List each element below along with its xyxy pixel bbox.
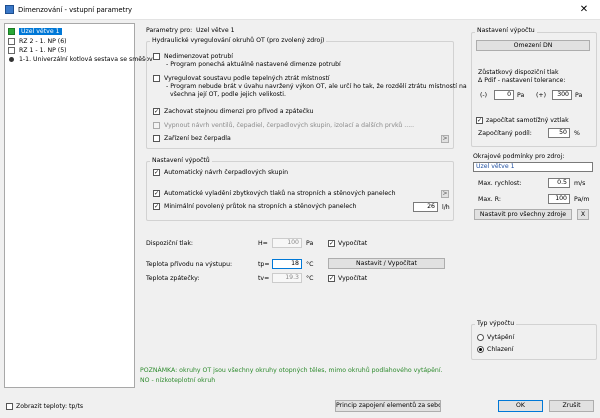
self-pull-checkbox[interactable]: ✓: [476, 117, 483, 124]
cooling-label: Chlazení: [487, 346, 514, 353]
cooling-radio[interactable]: [477, 346, 484, 353]
max-velocity-input[interactable]: 0.5: [548, 178, 570, 188]
auto-balance-label: Automatické vyladění zbytkových tlaků na…: [164, 190, 396, 197]
no-dim-label: Nedimenzovat potrubí: [164, 53, 233, 60]
calc-return-label: Vypočítat: [338, 275, 368, 282]
heating-radio[interactable]: [477, 334, 484, 341]
room-icon: [8, 47, 15, 54]
minus-unit: Pa: [517, 92, 525, 99]
auto-balance-checkbox[interactable]: ✓: [153, 190, 160, 197]
tp-label: tp=: [258, 261, 270, 268]
supply-temp-label: Teplota přívodu na výstupu:: [146, 261, 233, 268]
calc-type-group: [471, 324, 597, 360]
max-r-input[interactable]: 100: [548, 194, 570, 204]
close-icon[interactable]: ✕: [572, 2, 596, 17]
h-unit: Pa: [306, 240, 314, 247]
max-r-label: Max. R:: [478, 196, 501, 203]
max-velocity-unit: m/s: [574, 180, 586, 187]
show-temps-checkbox[interactable]: [6, 403, 13, 410]
no-pump-more-button[interactable]: >: [441, 135, 449, 143]
no-dim-note: - Program ponechá aktuálně nastavené dim…: [166, 61, 341, 68]
regulate-note-1: - Program nebude brát v úvahu navržený v…: [166, 83, 467, 90]
apply-all-sources-button[interactable]: Nastavit pro všechny zdroje: [474, 209, 572, 220]
share-input[interactable]: 50: [548, 128, 570, 138]
share-label: Započítaný podíl:: [478, 130, 532, 137]
min-flow-checkbox[interactable]: ✓: [153, 203, 160, 210]
tp-input[interactable]: 18: [272, 259, 302, 269]
min-flow-input[interactable]: 26: [413, 202, 438, 212]
principle-button[interactable]: Princip zapojení elementů za sebou: [335, 400, 441, 412]
params-for-label: Parametry pro:: [146, 27, 193, 34]
max-velocity-label: Max. rychlost:: [478, 180, 522, 187]
calc-pressure-label: Vypočítat: [338, 240, 368, 247]
tree-item-boiler[interactable]: 1-1. Univerzální kotlová sestava se směš…: [8, 55, 153, 64]
no-dim-checkbox[interactable]: [153, 53, 160, 60]
tree-item-rz2[interactable]: RZ 2 - 1. NP (6): [8, 37, 67, 46]
regulate-label: Vyregulovat soustavu podle tepelných ztr…: [164, 75, 330, 82]
same-dim-checkbox[interactable]: ✓: [153, 108, 160, 115]
max-r-unit: Pa/m: [574, 196, 590, 203]
calc-return-checkbox[interactable]: ✓: [328, 275, 335, 282]
h-input[interactable]: 100: [272, 238, 302, 248]
window-title: Dimenzování - vstupní parametry: [18, 6, 133, 14]
disp-pressure-label: Dispoziční tlak:: [146, 240, 194, 247]
auto-pump-label: Automatický návrh čerpadlových skupin: [164, 169, 289, 176]
plus-unit: Pa: [575, 92, 583, 99]
boundary-source-field[interactable]: Uzel větve 1: [473, 162, 593, 172]
regulate-note-2: všechna její OT, podle jejich velikosti.: [170, 91, 286, 98]
reset-x-button[interactable]: X: [577, 209, 589, 220]
boundary-title: Okrajové podmínky pro zdroj:: [473, 153, 565, 160]
note-line-1: POZNÁMKA: okruhy OT jsou všechny okruhy …: [140, 367, 443, 374]
h-label: H=: [258, 240, 268, 247]
cancel-button[interactable]: Zrušit: [549, 400, 594, 412]
calc-pressure-checkbox[interactable]: ✓: [328, 240, 335, 247]
auto-balance-more-button[interactable]: >: [441, 190, 449, 198]
tolerance-title: Zůstatkový dispoziční tlak: [478, 69, 559, 76]
share-unit: %: [574, 130, 580, 137]
minus-label: (-): [480, 92, 488, 99]
return-temp-label: Teplota zpátečky:: [146, 275, 200, 282]
regulate-checkbox[interactable]: [153, 75, 160, 82]
node-icon: [8, 28, 15, 35]
app-icon: [5, 5, 14, 14]
min-flow-unit: l/h: [442, 204, 450, 211]
tolerance-sub: Δ Pdif - nastavení tolerance:: [478, 77, 566, 84]
calc-panel-title: Nastavení výpočtu: [475, 27, 537, 34]
tree-panel: Uzel větve 1 RZ 2 - 1. NP (6) RZ 1 - 1. …: [4, 23, 153, 388]
same-dim-label: Zachovat stejnou dimenzi pro přívod a zp…: [164, 108, 314, 115]
turn-off-label: Vypnout návrh ventilů, čepadiel, čerpadl…: [164, 122, 415, 129]
tree-item-node[interactable]: Uzel větve 1: [8, 27, 62, 36]
set-calc-button[interactable]: Nastavit / Vypočítat: [328, 258, 445, 269]
params-for-value: Uzel větve 1: [196, 27, 235, 34]
plus-input[interactable]: 300: [552, 90, 572, 100]
source-icon: [9, 57, 14, 62]
tree-item-rz1[interactable]: RZ 1 - 1. NP (5): [8, 46, 67, 55]
tv-unit: °C: [306, 275, 314, 282]
self-pull-label: započítat samotížný vztlak: [486, 117, 569, 124]
no-pump-checkbox[interactable]: [153, 135, 160, 142]
tv-input[interactable]: 19.3: [272, 273, 302, 283]
heating-label: Vytápění: [487, 334, 515, 341]
plus-label: (+): [536, 92, 547, 99]
calc-type-title: Typ výpočtu: [475, 320, 517, 327]
no-pump-label: Zařízení bez čerpadla: [164, 135, 231, 142]
ok-button[interactable]: OK: [498, 400, 543, 412]
note-line-2: NO - nízkoteplotní okruh: [140, 377, 216, 384]
tp-unit: °C: [306, 261, 314, 268]
calc-settings-title: Nastavení výpočtů: [150, 157, 212, 164]
limit-dn-button[interactable]: Omezení DN: [476, 40, 590, 51]
tv-label: tv=: [258, 275, 270, 282]
show-temps-label: Zobrazit teploty: tp/ts: [16, 403, 84, 410]
turn-off-checkbox[interactable]: [153, 122, 160, 129]
room-icon: [8, 38, 15, 45]
minus-input[interactable]: 0: [494, 90, 514, 100]
hydraulic-group-title: Hydraulické vyregulování okruhů OT (pro …: [150, 37, 327, 44]
auto-pump-checkbox[interactable]: ✓: [153, 169, 160, 176]
min-flow-label: Minimální povolený průtok na stropních a…: [164, 203, 357, 210]
